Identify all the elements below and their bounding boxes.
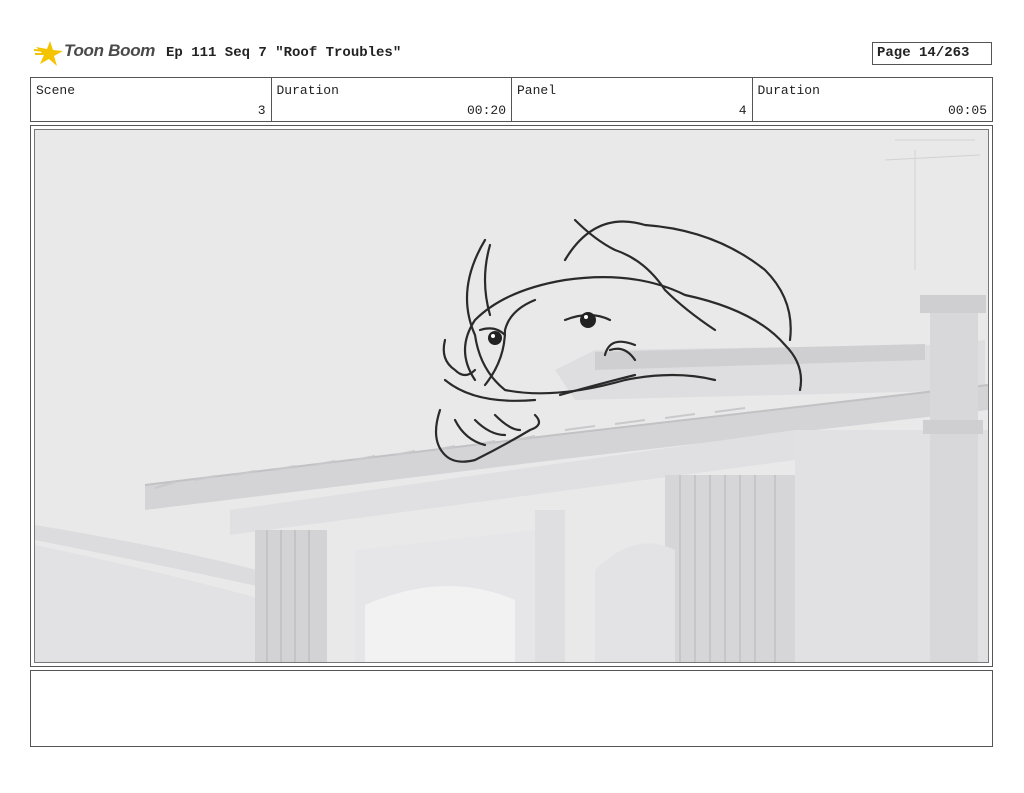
scene-value: 3	[257, 103, 266, 118]
page-indicator: Page 14/263	[872, 42, 992, 65]
panel-duration-value: 00:05	[947, 103, 987, 118]
document-title: Ep 111 Seq 7 "Roof Troubles"	[166, 45, 402, 61]
storyboard-sketch	[35, 130, 988, 662]
panel-duration-label: Duration	[757, 83, 820, 98]
scene-duration-value: 00:20	[466, 103, 506, 118]
panel-image	[34, 129, 989, 663]
storyboard-panel	[30, 125, 993, 667]
panel-duration-cell: Duration 00:05	[753, 78, 993, 121]
notes-area	[30, 670, 993, 747]
logo-star-icon	[33, 41, 63, 66]
panel-info-row: Scene 3 Duration 00:20 Panel 4 Duration …	[30, 77, 993, 122]
logo-text: Toon Boom	[64, 41, 156, 60]
scene-duration-label: Duration	[276, 83, 339, 98]
scene-label: Scene	[36, 83, 76, 98]
toon-boom-logo: Toon Boom	[33, 38, 159, 68]
panel-cell: Panel 4	[512, 78, 753, 121]
scene-cell: Scene 3	[31, 78, 272, 121]
panel-value: 4	[738, 103, 747, 118]
panel-label: Panel	[517, 83, 557, 98]
scene-duration-cell: Duration 00:20	[272, 78, 512, 121]
